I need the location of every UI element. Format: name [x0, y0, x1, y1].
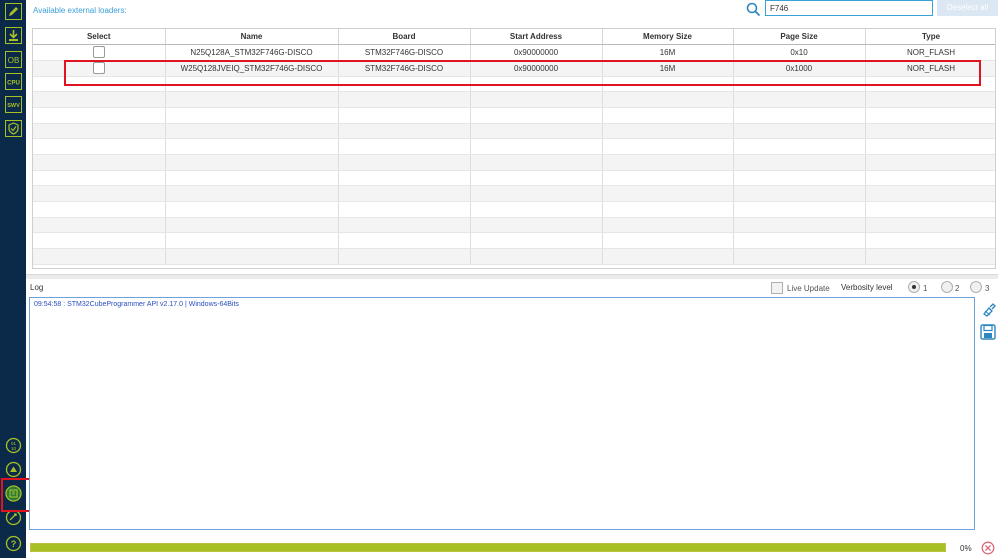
progress-percent: 0% — [960, 544, 972, 553]
loader-start-address: 0x90000000 — [470, 44, 603, 61]
deselect-all-button[interactable]: Deselect all — [937, 0, 998, 16]
progress-fill — [31, 544, 945, 551]
progress-bar — [30, 543, 946, 552]
column-header-name[interactable]: Name — [165, 29, 339, 45]
live-update-checkbox[interactable] — [771, 282, 783, 294]
empty-row — [33, 217, 995, 234]
verbosity-option-1: 1 — [923, 284, 928, 293]
empty-row — [33, 232, 995, 250]
loader-memory-size: 16M — [602, 44, 734, 61]
log-title: Log — [30, 283, 44, 292]
otp-icon[interactable]: 01 10 — [5, 437, 22, 454]
empty-row — [33, 248, 995, 265]
swv-label: SWV — [7, 103, 20, 109]
empty-row — [33, 91, 995, 108]
empty-row — [33, 201, 995, 218]
verbosity-level-label: Verbosity level — [841, 283, 893, 292]
rss-icon[interactable] — [5, 461, 22, 478]
column-header-board[interactable]: Board — [338, 29, 471, 45]
empty-row — [33, 185, 995, 202]
table-header-row: Select Name Board Start Address Memory S… — [33, 29, 995, 45]
column-header-page-size[interactable]: Page Size — [733, 29, 866, 45]
download-icon[interactable] — [5, 27, 22, 44]
column-header-memory-size[interactable]: Memory Size — [602, 29, 734, 45]
verbosity-radio-1[interactable] — [908, 281, 920, 293]
verbosity-option-3: 3 — [985, 284, 990, 293]
verbosity-option-2: 2 — [955, 284, 960, 293]
column-header-start-address[interactable]: Start Address — [470, 29, 603, 45]
live-update-label: Live Update — [787, 284, 830, 293]
table-row[interactable]: N25Q128A_STM32F746G-DISCO STM32F746G-DIS… — [33, 44, 995, 61]
cpu-icon[interactable]: CPU — [5, 73, 22, 90]
log-line: 09:54:58 : STM32CubeProgrammer API v2.17… — [34, 301, 239, 308]
ob-icon[interactable]: OB — [5, 51, 22, 68]
loader-board: STM32F746G-DISCO — [338, 44, 471, 61]
loader-type: NOR_FLASH — [865, 44, 995, 61]
search-input[interactable] — [765, 0, 933, 16]
svg-text:10: 10 — [11, 446, 17, 451]
svg-text:?: ? — [11, 539, 17, 549]
security-icon[interactable] — [5, 120, 22, 137]
available-loaders-label: Available external loaders: — [33, 6, 127, 15]
search-icon[interactable] — [746, 2, 761, 19]
pencil-icon[interactable] — [5, 3, 22, 20]
verbosity-radio-2[interactable] — [941, 281, 953, 293]
clear-log-icon[interactable] — [981, 302, 996, 319]
panel-splitter[interactable] — [26, 274, 998, 279]
save-log-icon[interactable] — [980, 324, 996, 342]
loader-page-size: 0x10 — [733, 44, 866, 61]
select-cell — [33, 44, 166, 61]
verbosity-radio-3[interactable] — [970, 281, 982, 293]
empty-row — [33, 154, 995, 171]
sidebar: OB CPU SWV 01 10 ? — [0, 0, 26, 558]
column-header-select[interactable]: Select — [33, 29, 166, 45]
empty-row — [33, 138, 995, 155]
log-output[interactable]: 09:54:58 : STM32CubeProgrammer API v2.17… — [29, 297, 975, 530]
sidebar-selection-highlight — [1, 478, 32, 512]
empty-row — [33, 170, 995, 187]
swv-icon[interactable]: SWV — [5, 96, 22, 113]
empty-row — [33, 123, 995, 140]
cpu-label: CPU — [7, 81, 20, 87]
selected-row-highlight — [64, 60, 981, 86]
help-icon[interactable]: ? — [5, 535, 22, 552]
cancel-icon[interactable] — [981, 541, 995, 557]
loader-name: N25Q128A_STM32F746G-DISCO — [165, 44, 339, 61]
ob-label: OB — [8, 56, 20, 65]
empty-row — [33, 107, 995, 124]
select-checkbox[interactable] — [92, 46, 105, 58]
column-header-type[interactable]: Type — [865, 29, 995, 45]
